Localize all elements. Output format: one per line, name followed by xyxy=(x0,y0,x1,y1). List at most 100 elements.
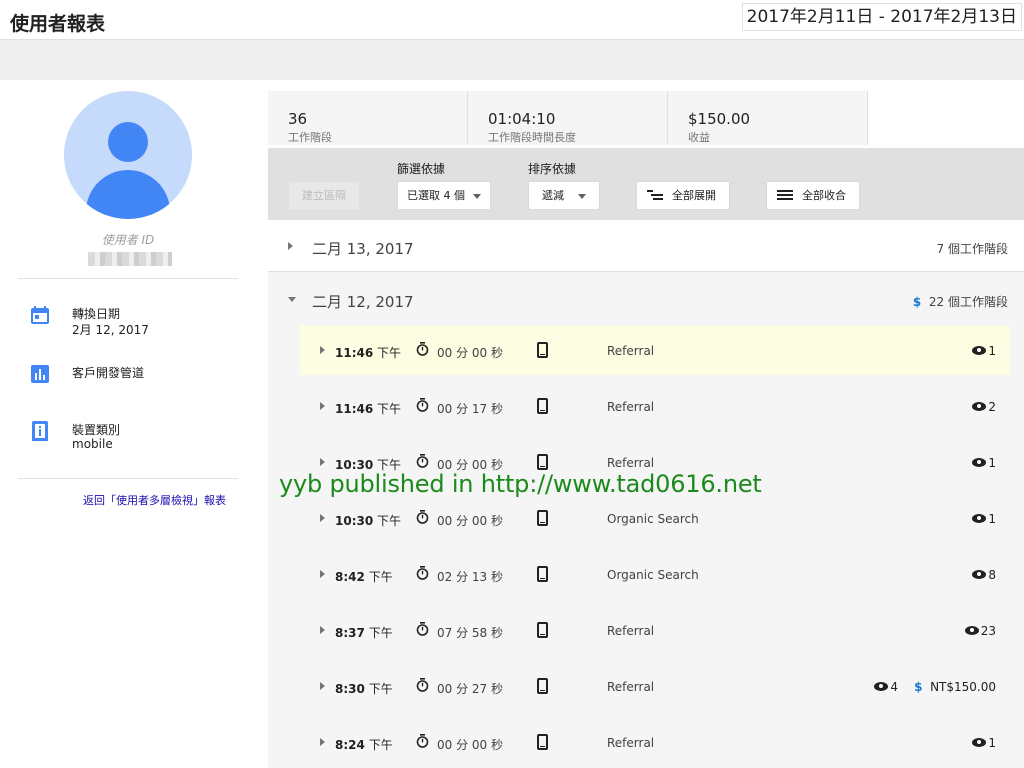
divider xyxy=(18,478,238,479)
watermark: yyb published in http://www.tad0616.net xyxy=(279,470,762,498)
collapse-arrow-icon xyxy=(288,297,296,302)
metric-revenue: $150.00 收益 xyxy=(668,91,868,145)
sort-value: 遞減 xyxy=(542,189,564,202)
expand-all-label: 全部展開 xyxy=(672,189,716,202)
metrics-summary: 36 工作階段 01:04:10 工作階段時間長度 $150.00 收益 xyxy=(268,80,1024,148)
session-row[interactable]: 8:42 下午 02 分 13 秒 Organic Search 8 xyxy=(300,549,1010,599)
bar-chart-icon xyxy=(31,365,49,383)
acquisition-date-value: 2月 12, 2017 xyxy=(72,323,149,337)
session-source: Referral xyxy=(607,736,655,750)
session-source: Referral xyxy=(607,344,655,358)
session-pageviews: 23 xyxy=(964,624,996,638)
session-ampm: 下午 xyxy=(377,514,402,528)
sort-label: 排序依據 xyxy=(528,162,577,176)
eye-icon xyxy=(972,738,987,747)
session-source: Referral xyxy=(607,680,655,694)
session-row[interactable]: 10:30 下午 00 分 00 秒 Organic Search 1 xyxy=(300,493,1010,543)
session-time: 8:24 下午 xyxy=(335,736,393,753)
day-count-text: 22 個工作階段 xyxy=(928,295,1008,309)
collapse-list-icon xyxy=(777,190,793,202)
session-duration: 00 分 00 秒 xyxy=(437,738,503,752)
back-to-user-explorer-link[interactable]: 返回「使用者多層檢視」報表 xyxy=(83,492,226,508)
day-row-feb13[interactable]: 二月 13, 2017 7 個工作階段 xyxy=(268,220,1024,272)
date-range-picker[interactable]: 2017年2月11日 - 2017年2月13日 xyxy=(741,3,1022,31)
stopwatch-icon xyxy=(416,566,429,580)
expand-arrow-icon xyxy=(320,346,325,354)
expand-arrow-icon xyxy=(320,626,325,634)
eye-icon xyxy=(972,402,987,411)
stopwatch-icon xyxy=(416,734,429,748)
avatar-body xyxy=(86,170,170,219)
session-time-value: 8:42 xyxy=(335,570,365,584)
pageview-count: 1 xyxy=(988,456,996,470)
pageview-count: 2 xyxy=(988,400,996,414)
filter-value: 已選取 4 個 xyxy=(407,189,465,202)
mobile-device-icon xyxy=(537,342,548,358)
session-row[interactable]: 8:30 下午 00 分 27 秒 Referral 4 $ NT$150.00 xyxy=(300,661,1010,711)
create-segment-button[interactable]: 建立區隔 xyxy=(288,181,360,210)
session-time: 8:37 下午 xyxy=(335,624,393,641)
session-time: 8:42 下午 xyxy=(335,568,393,585)
mobile-device-icon xyxy=(537,454,548,470)
session-row[interactable]: 8:24 下午 00 分 00 秒 Referral 1 xyxy=(300,717,1010,767)
session-time-value: 8:24 xyxy=(335,738,365,752)
mobile-device-icon xyxy=(537,678,548,694)
session-source: Referral xyxy=(607,624,655,638)
session-source: Organic Search xyxy=(607,512,699,526)
day-row-feb12[interactable]: 二月 12, 2017 $ 22 個工作階段 xyxy=(268,273,1024,325)
session-time-value: 11:46 xyxy=(335,346,374,360)
eye-icon xyxy=(972,458,987,467)
session-revenue: $ NT$150.00 xyxy=(914,680,996,694)
session-time: 10:30 下午 xyxy=(335,512,401,529)
session-time: 8:30 下午 xyxy=(335,680,393,697)
eye-icon xyxy=(972,570,987,579)
stopwatch-icon xyxy=(416,342,429,356)
expand-arrow-icon xyxy=(320,682,325,690)
channel-title: 客戶開發管道 xyxy=(72,366,145,380)
stopwatch-icon xyxy=(416,622,429,636)
eye-icon xyxy=(972,514,987,523)
session-time-value: 8:30 xyxy=(335,682,365,696)
revenue-amount: NT$150.00 xyxy=(930,680,996,694)
session-pageviews: 8 xyxy=(972,568,996,582)
session-row[interactable]: 11:46 下午 00 分 17 秒 Referral 2 xyxy=(300,381,1010,431)
main-panel: 36 工作階段 01:04:10 工作階段時間長度 $150.00 收益 建立區… xyxy=(268,80,1024,768)
eye-icon xyxy=(972,346,987,355)
collapse-all-button[interactable]: 全部收合 xyxy=(766,181,860,210)
session-pageviews: 1 xyxy=(972,456,996,470)
session-source: Organic Search xyxy=(607,568,699,582)
pageview-count: 1 xyxy=(988,344,996,358)
sort-dropdown[interactable]: 遞減 xyxy=(528,181,600,210)
filter-dropdown[interactable]: 已選取 4 個 xyxy=(397,181,491,210)
session-pageviews: 1 xyxy=(972,736,996,750)
expand-arrow-icon xyxy=(320,514,325,522)
chevron-down-icon xyxy=(578,194,586,199)
session-duration: 00 分 00 秒 xyxy=(437,514,503,528)
chevron-down-icon xyxy=(473,194,481,199)
session-row[interactable]: 8:37 下午 07 分 58 秒 Referral 23 xyxy=(300,605,1010,655)
stopwatch-icon xyxy=(416,454,429,468)
metric-label: 工作階段時間長度 xyxy=(488,131,576,144)
eye-icon xyxy=(874,682,889,691)
pageview-count: 4 xyxy=(890,680,898,694)
session-time-value: 10:30 xyxy=(335,514,374,528)
session-duration: 07 分 58 秒 xyxy=(437,626,503,640)
divider xyxy=(18,278,238,279)
metric-value: 01:04:10 xyxy=(488,110,556,128)
expand-arrow-icon xyxy=(320,402,325,410)
mobile-device-icon xyxy=(537,734,548,750)
expand-all-button[interactable]: 全部展開 xyxy=(636,181,730,210)
metric-value: 36 xyxy=(288,110,308,128)
device-value: mobile xyxy=(72,437,113,451)
session-row[interactable]: 11:46 下午 00 分 00 秒 Referral 1 xyxy=(300,325,1010,375)
day-session-count: $ 22 個工作階段 xyxy=(913,293,1008,310)
day-label: 二月 13, 2017 xyxy=(312,240,414,258)
session-duration: 02 分 13 秒 xyxy=(437,570,503,584)
filter-label: 篩選依據 xyxy=(397,162,446,176)
pageview-count: 1 xyxy=(988,512,996,526)
session-time: 11:46 下午 xyxy=(335,344,401,361)
session-pageviews: 2 xyxy=(972,400,996,414)
session-ampm: 下午 xyxy=(377,346,402,360)
expand-list-icon xyxy=(647,190,663,202)
session-time-value: 11:46 xyxy=(335,402,374,416)
